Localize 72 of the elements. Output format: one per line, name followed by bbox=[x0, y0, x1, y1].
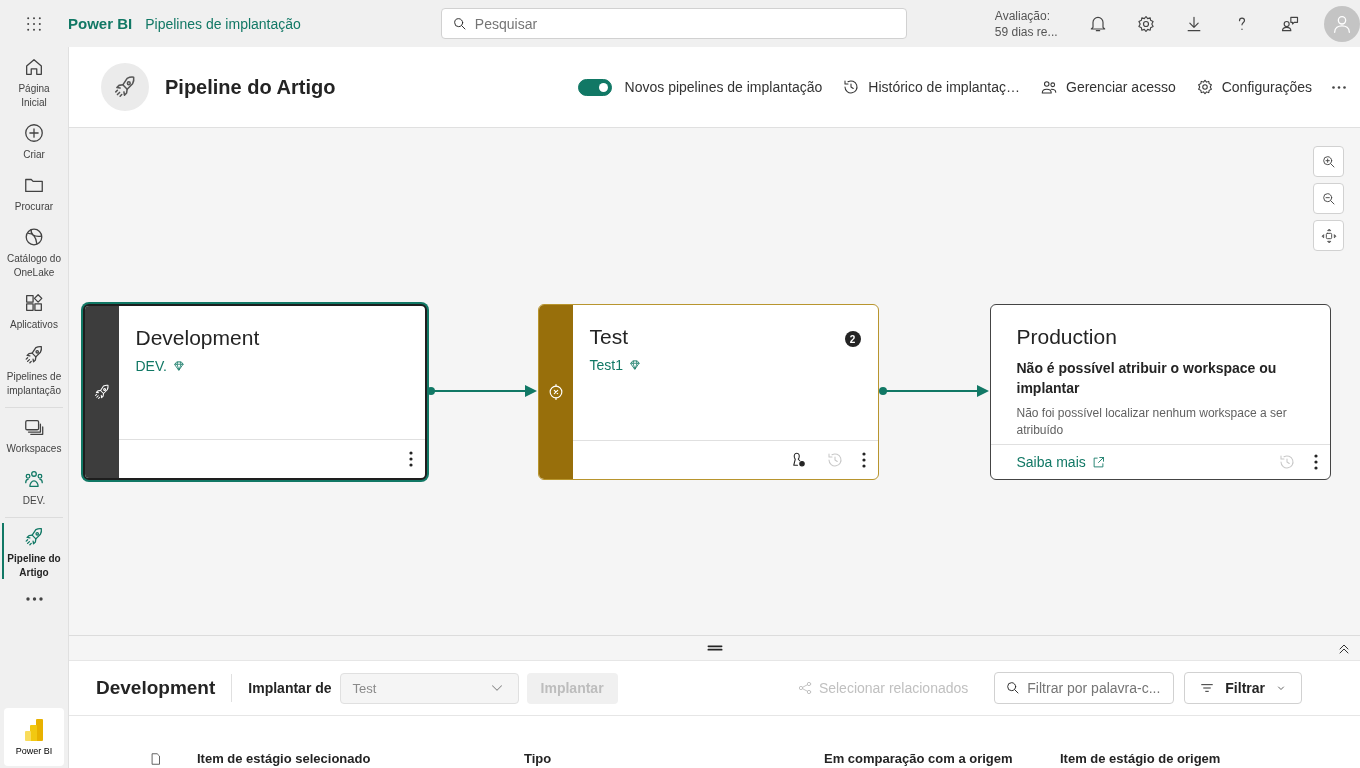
column-header[interactable]: Item de estágio selecionado bbox=[197, 751, 524, 766]
search-field[interactable]: Pesquisar bbox=[440, 8, 907, 39]
toggle-label: Novos pipelines de implantação bbox=[624, 79, 823, 95]
filter-search-field[interactable]: Filtrar por palavra-c... bbox=[994, 672, 1175, 704]
settings-icon bbox=[1135, 13, 1156, 34]
brand-name[interactable]: Power BI bbox=[68, 15, 133, 32]
rocket-icon bbox=[92, 383, 111, 401]
diamond-icon bbox=[627, 358, 642, 372]
panel-title: Development bbox=[96, 674, 233, 702]
sidebar-item[interactable]: Aplicativos bbox=[0, 283, 68, 335]
count-badge: 2 bbox=[844, 331, 861, 347]
rocket-icon bbox=[23, 526, 45, 548]
zoom-out-button[interactable] bbox=[1313, 183, 1344, 214]
external-link-icon bbox=[1090, 454, 1106, 470]
column-header[interactable]: Tipo bbox=[524, 751, 824, 766]
warning-message: Não é possível atribuir o workspace ou implantar bbox=[1016, 359, 1278, 398]
more-icon[interactable] bbox=[1332, 85, 1346, 89]
more-vertical-icon[interactable] bbox=[408, 451, 413, 467]
stage-title: Development bbox=[135, 326, 260, 350]
plus-icon bbox=[23, 122, 45, 144]
column-header[interactable]: Em comparação com a origem bbox=[824, 751, 1060, 766]
globe-icon bbox=[23, 226, 45, 248]
home-icon bbox=[23, 56, 45, 78]
workspace-link[interactable]: Test1 bbox=[589, 357, 623, 373]
filter-button[interactable]: Filtrar bbox=[1184, 672, 1302, 704]
sidebar-item[interactable]: Pipelines de implantação bbox=[0, 335, 68, 401]
column-header[interactable]: Item de estágio de origem bbox=[1060, 751, 1260, 766]
zoom-in-icon bbox=[1320, 153, 1337, 170]
history-icon bbox=[842, 78, 861, 96]
toggle-switch[interactable] bbox=[577, 78, 612, 96]
page-title: Pipeline do Artigo bbox=[165, 75, 336, 99]
history-icon bbox=[1277, 453, 1296, 471]
fit-view-icon bbox=[1320, 227, 1337, 244]
trial-status[interactable]: Avaliação: 59 dias re... bbox=[994, 7, 1058, 40]
bar-chart-logo-icon bbox=[24, 718, 44, 742]
breadcrumb[interactable]: Pipelines de implantação bbox=[145, 15, 301, 32]
deploy-from-label: Implantar de bbox=[248, 680, 332, 696]
sidebar-item[interactable]: Página Inicial bbox=[0, 47, 68, 113]
sidebar-item[interactable]: Pipeline do Artigo bbox=[0, 517, 68, 583]
fit-view-button[interactable] bbox=[1313, 220, 1344, 251]
zoom-in-button[interactable] bbox=[1313, 146, 1344, 177]
stage-card[interactable]: Development DEV. bbox=[82, 304, 427, 480]
app-switcher[interactable]: Power BI bbox=[4, 708, 64, 766]
sidebar-item[interactable]: Procurar bbox=[0, 165, 68, 217]
stage-card[interactable]: Test Test1 2 bbox=[537, 304, 879, 480]
sidebar-item[interactable]: Catálogo do OneLake bbox=[0, 217, 68, 283]
zoom-out-icon bbox=[1320, 190, 1337, 207]
history-icon bbox=[825, 451, 844, 469]
people-icon bbox=[1040, 78, 1058, 96]
apps-icon bbox=[23, 292, 45, 314]
description-text: Não foi possível localizar nenhum workspace a ser atribuído bbox=[1016, 405, 1288, 439]
sidebar-item[interactable]: Workspaces bbox=[0, 407, 68, 459]
toolbar-action[interactable]: Histórico de implantaç… bbox=[842, 78, 1020, 96]
stage-title: Production bbox=[1016, 325, 1117, 349]
more-vertical-icon[interactable] bbox=[1313, 454, 1318, 470]
learn-more-link[interactable]: Saiba mais bbox=[990, 454, 1106, 470]
share-nodes-icon bbox=[796, 680, 813, 696]
toolbar-action[interactable]: Gerenciar acesso bbox=[1040, 78, 1176, 96]
sidebar-item[interactable]: Criar bbox=[0, 113, 68, 165]
workspace-link[interactable]: DEV. bbox=[135, 358, 167, 374]
stage-card[interactable]: Production Não é possível atribuir o workspace ou implantar Não foi possível localizar nenhum workspace a ser atribuído Saiba mais bbox=[989, 304, 1331, 480]
toolbar-action[interactable]: Configurações bbox=[1195, 78, 1312, 96]
more-vertical-icon[interactable] bbox=[861, 452, 866, 468]
people-icon bbox=[23, 468, 45, 490]
settings-icon bbox=[1195, 78, 1214, 96]
stage-title: Test bbox=[589, 325, 628, 349]
rocket-icon bbox=[23, 344, 45, 366]
sidebar-item[interactable]: DEV. bbox=[0, 459, 68, 511]
more-icon[interactable] bbox=[25, 597, 43, 601]
search-icon bbox=[451, 16, 468, 32]
document-icon bbox=[149, 752, 163, 766]
diamond-icon bbox=[171, 359, 186, 373]
